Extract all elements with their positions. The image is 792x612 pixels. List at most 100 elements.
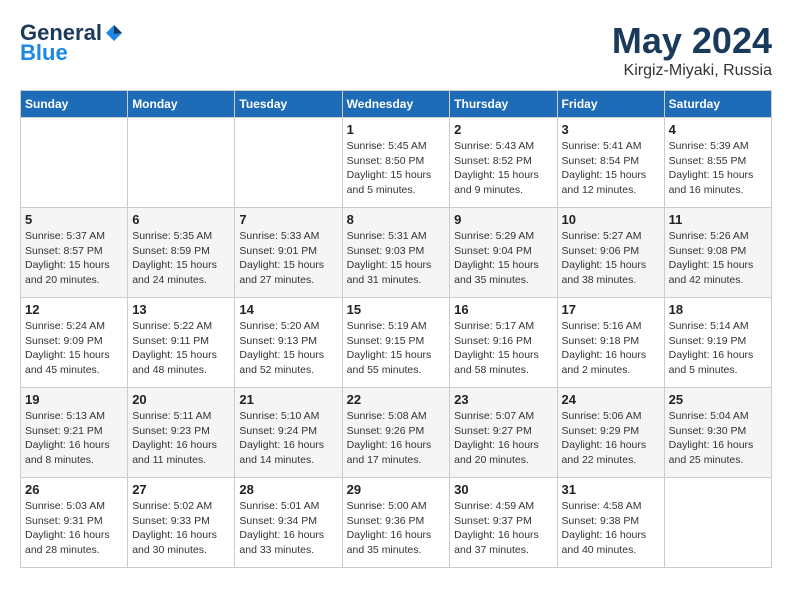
calendar-cell: 24 Sunrise: 5:06 AM Sunset: 9:29 PM Dayli… (557, 388, 664, 478)
calendar-week-1: 1 Sunrise: 5:45 AM Sunset: 8:50 PM Daylig… (21, 118, 772, 208)
day-info: Sunrise: 5:45 AM Sunset: 8:50 PM Dayligh… (347, 139, 446, 198)
day-info: Sunrise: 5:00 AM Sunset: 9:36 PM Dayligh… (347, 499, 446, 558)
day-number: 14 (239, 302, 337, 317)
calendar-cell: 22 Sunrise: 5:08 AM Sunset: 9:26 PM Dayli… (342, 388, 450, 478)
calendar-cell: 14 Sunrise: 5:20 AM Sunset: 9:13 PM Dayli… (235, 298, 342, 388)
day-number: 31 (562, 482, 660, 497)
calendar-cell: 5Sunrise: 5:37 AM Sunset: 8:57 PM Daylig… (21, 208, 128, 298)
calendar-cell: 8 Sunrise: 5:31 AM Sunset: 9:03 PM Daylig… (342, 208, 450, 298)
calendar-cell: 9Sunrise: 5:29 AM Sunset: 9:04 PM Daylig… (450, 208, 557, 298)
day-info: Sunrise: 5:04 AM Sunset: 9:30 PM Dayligh… (669, 409, 767, 468)
title-block: May 2024 Kirgiz-Miyaki, Russia (612, 20, 772, 80)
day-info: Sunrise: 5:37 AM Sunset: 8:57 PM Dayligh… (25, 229, 123, 288)
day-number: 16 (454, 302, 552, 317)
calendar-cell: 25 Sunrise: 5:04 AM Sunset: 9:30 PM Dayli… (664, 388, 771, 478)
day-number: 22 (347, 392, 446, 407)
calendar-cell: 12 Sunrise: 5:24 AM Sunset: 9:09 PM Dayli… (21, 298, 128, 388)
day-info: Sunrise: 5:16 AM Sunset: 9:18 PM Dayligh… (562, 319, 660, 378)
day-info: Sunrise: 5:35 AM Sunset: 8:59 PM Dayligh… (132, 229, 230, 288)
day-info: Sunrise: 5:20 AM Sunset: 9:13 PM Dayligh… (239, 319, 337, 378)
day-number: 13 (132, 302, 230, 317)
day-number: 3 (562, 122, 660, 137)
calendar-cell: 2 Sunrise: 5:43 AM Sunset: 8:52 PM Daylig… (450, 118, 557, 208)
day-info: Sunrise: 5:11 AM Sunset: 9:23 PM Dayligh… (132, 409, 230, 468)
day-info: Sunrise: 5:06 AM Sunset: 9:29 PM Dayligh… (562, 409, 660, 468)
calendar-cell: 19 Sunrise: 5:13 AM Sunset: 9:21 PM Dayli… (21, 388, 128, 478)
day-header-sunday: Sunday (21, 91, 128, 118)
calendar-cell: 7 Sunrise: 5:33 AM Sunset: 9:01 PM Daylig… (235, 208, 342, 298)
day-header-wednesday: Wednesday (342, 91, 450, 118)
calendar-cell (21, 118, 128, 208)
day-info: Sunrise: 5:03 AM Sunset: 9:31 PM Dayligh… (25, 499, 123, 558)
calendar-cell: 29 Sunrise: 5:00 AM Sunset: 9:36 PM Dayli… (342, 478, 450, 568)
day-header-tuesday: Tuesday (235, 91, 342, 118)
logo-icon (104, 23, 124, 43)
calendar-cell: 1 Sunrise: 5:45 AM Sunset: 8:50 PM Daylig… (342, 118, 450, 208)
day-number: 2 (454, 122, 552, 137)
calendar-week-5: 26 Sunrise: 5:03 AM Sunset: 9:31 PM Dayli… (21, 478, 772, 568)
day-number: 7 (239, 212, 337, 227)
calendar-cell: 11Sunrise: 5:26 AM Sunset: 9:08 PM Dayli… (664, 208, 771, 298)
day-number: 30 (454, 482, 552, 497)
logo-blue-text: Blue (20, 40, 68, 66)
calendar-cell (664, 478, 771, 568)
day-info: Sunrise: 5:24 AM Sunset: 9:09 PM Dayligh… (25, 319, 123, 378)
calendar-cell: 28Sunrise: 5:01 AM Sunset: 9:34 PM Dayli… (235, 478, 342, 568)
calendar-cell: 21Sunrise: 5:10 AM Sunset: 9:24 PM Dayli… (235, 388, 342, 478)
day-header-thursday: Thursday (450, 91, 557, 118)
day-info: Sunrise: 5:26 AM Sunset: 9:08 PM Dayligh… (669, 229, 767, 288)
calendar-cell: 31 Sunrise: 4:58 AM Sunset: 9:38 PM Dayli… (557, 478, 664, 568)
day-number: 20 (132, 392, 230, 407)
day-number: 9 (454, 212, 552, 227)
calendar-cell: 15Sunrise: 5:19 AM Sunset: 9:15 PM Dayli… (342, 298, 450, 388)
day-info: Sunrise: 5:13 AM Sunset: 9:21 PM Dayligh… (25, 409, 123, 468)
day-info: Sunrise: 5:31 AM Sunset: 9:03 PM Dayligh… (347, 229, 446, 288)
calendar-location: Kirgiz-Miyaki, Russia (612, 62, 772, 80)
day-info: Sunrise: 5:14 AM Sunset: 9:19 PM Dayligh… (669, 319, 767, 378)
day-info: Sunrise: 5:19 AM Sunset: 9:15 PM Dayligh… (347, 319, 446, 378)
day-number: 27 (132, 482, 230, 497)
day-number: 24 (562, 392, 660, 407)
day-info: Sunrise: 5:10 AM Sunset: 9:24 PM Dayligh… (239, 409, 337, 468)
calendar-cell (128, 118, 235, 208)
day-info: Sunrise: 4:58 AM Sunset: 9:38 PM Dayligh… (562, 499, 660, 558)
calendar-cell (235, 118, 342, 208)
calendar-cell: 26 Sunrise: 5:03 AM Sunset: 9:31 PM Dayli… (21, 478, 128, 568)
day-number: 8 (347, 212, 446, 227)
day-number: 18 (669, 302, 767, 317)
calendar-week-2: 5Sunrise: 5:37 AM Sunset: 8:57 PM Daylig… (21, 208, 772, 298)
page-header: General Blue May 2024 Kirgiz-Miyaki, Rus… (20, 20, 772, 80)
calendar-table: SundayMondayTuesdayWednesdayThursdayFrid… (20, 90, 772, 568)
calendar-cell: 17Sunrise: 5:16 AM Sunset: 9:18 PM Dayli… (557, 298, 664, 388)
calendar-week-3: 12 Sunrise: 5:24 AM Sunset: 9:09 PM Dayli… (21, 298, 772, 388)
day-number: 19 (25, 392, 123, 407)
calendar-week-4: 19 Sunrise: 5:13 AM Sunset: 9:21 PM Dayli… (21, 388, 772, 478)
day-header-friday: Friday (557, 91, 664, 118)
day-info: Sunrise: 5:41 AM Sunset: 8:54 PM Dayligh… (562, 139, 660, 198)
calendar-cell: 10 Sunrise: 5:27 AM Sunset: 9:06 PM Dayli… (557, 208, 664, 298)
day-info: Sunrise: 5:07 AM Sunset: 9:27 PM Dayligh… (454, 409, 552, 468)
day-number: 10 (562, 212, 660, 227)
day-info: Sunrise: 5:27 AM Sunset: 9:06 PM Dayligh… (562, 229, 660, 288)
day-number: 28 (239, 482, 337, 497)
calendar-cell: 4Sunrise: 5:39 AM Sunset: 8:55 PM Daylig… (664, 118, 771, 208)
day-number: 12 (25, 302, 123, 317)
day-info: Sunrise: 5:17 AM Sunset: 9:16 PM Dayligh… (454, 319, 552, 378)
day-header-monday: Monday (128, 91, 235, 118)
day-info: Sunrise: 5:43 AM Sunset: 8:52 PM Dayligh… (454, 139, 552, 198)
calendar-cell: 20 Sunrise: 5:11 AM Sunset: 9:23 PM Dayli… (128, 388, 235, 478)
day-number: 4 (669, 122, 767, 137)
calendar-cell: 16 Sunrise: 5:17 AM Sunset: 9:16 PM Dayli… (450, 298, 557, 388)
day-number: 6 (132, 212, 230, 227)
day-number: 1 (347, 122, 446, 137)
day-info: Sunrise: 5:08 AM Sunset: 9:26 PM Dayligh… (347, 409, 446, 468)
day-number: 23 (454, 392, 552, 407)
calendar-cell: 23 Sunrise: 5:07 AM Sunset: 9:27 PM Dayli… (450, 388, 557, 478)
day-number: 26 (25, 482, 123, 497)
day-number: 25 (669, 392, 767, 407)
calendar-cell: 30 Sunrise: 4:59 AM Sunset: 9:37 PM Dayli… (450, 478, 557, 568)
day-info: Sunrise: 4:59 AM Sunset: 9:37 PM Dayligh… (454, 499, 552, 558)
day-info: Sunrise: 5:02 AM Sunset: 9:33 PM Dayligh… (132, 499, 230, 558)
day-number: 29 (347, 482, 446, 497)
day-info: Sunrise: 5:33 AM Sunset: 9:01 PM Dayligh… (239, 229, 337, 288)
